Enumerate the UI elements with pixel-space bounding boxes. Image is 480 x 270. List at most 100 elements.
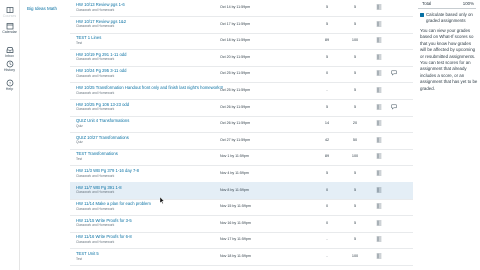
assignment-name-link[interactable]: HW 10/25 Transformation Handout front on… bbox=[76, 85, 223, 90]
assignment-row: TEST 1 Lines Test Oct 18 by 11:59pm 89 100 bbox=[70, 32, 413, 51]
points-possible: 5 bbox=[353, 220, 357, 225]
assignment-group: Classwork and Homework bbox=[76, 24, 115, 29]
score-value[interactable]: 5 bbox=[320, 5, 334, 9]
grades-side-panel: Total 100% Calculate based only on grade… bbox=[418, 0, 480, 270]
what-if-info-text: You can view your grades based on What-I… bbox=[420, 28, 478, 91]
rubric-icon[interactable] bbox=[376, 70, 382, 76]
points-possible: 20 bbox=[352, 121, 358, 126]
assignment-row: HW 10/25 Pg 106 13-23 odd Classwork and H… bbox=[70, 99, 413, 117]
assignment-name-link[interactable]: TEST Transformations bbox=[76, 151, 118, 156]
total-label: Total bbox=[422, 1, 432, 6]
due-date: Oct 20 by 11:59pm bbox=[220, 54, 251, 59]
course-breadcrumb-link[interactable]: Big Ideas Math bbox=[27, 6, 57, 11]
mouse-cursor-icon bbox=[160, 197, 165, 204]
score-value[interactable]: 14 bbox=[320, 121, 334, 125]
rubric-icon[interactable] bbox=[376, 170, 382, 176]
assignment-name-link[interactable]: HW 11/16 Write Proofs for 6-8 bbox=[76, 234, 132, 239]
assignment-row: HW 11/15 Write Proofs for 3-5 Classwork a… bbox=[70, 215, 413, 233]
nav-item-help[interactable]: ? Help bbox=[0, 79, 19, 92]
score-value[interactable]: 42 bbox=[320, 138, 334, 142]
assignment-name-link[interactable]: HW 11/3 WB Pg 379 1-16 day 7-8 bbox=[76, 168, 139, 173]
assignment-name-link[interactable]: HW 10/19 Pg 291 1-11 odd bbox=[76, 52, 126, 57]
assignment-name-link[interactable]: HW 11/14 Make a plan for each problem bbox=[76, 201, 151, 206]
assignment-name-link[interactable]: HW 11/7 WB Pg 391 1-8 bbox=[76, 185, 122, 190]
points-possible: 5 bbox=[353, 21, 357, 26]
points-possible: 5 bbox=[353, 171, 357, 175]
rubric-icon[interactable] bbox=[376, 220, 382, 226]
rubric-icon[interactable] bbox=[376, 203, 382, 209]
comment-icon[interactable] bbox=[391, 70, 397, 77]
assignment-row: HW 11/3 WB Pg 379 1-16 day 7-8 Classwork … bbox=[70, 165, 413, 183]
due-date: Nov 8 by 11:59pm bbox=[220, 187, 249, 192]
score-value[interactable]: - bbox=[320, 88, 334, 92]
due-date: Oct 17 by 11:59pm bbox=[220, 21, 251, 26]
due-date: Oct 26 by 11:59pm bbox=[220, 121, 251, 126]
help-icon: ? bbox=[6, 79, 13, 87]
rubric-icon[interactable] bbox=[376, 153, 382, 159]
assignment-name-link[interactable]: QUIZ Unit 4 Transformations bbox=[76, 118, 129, 123]
score-value[interactable]: 0 bbox=[320, 188, 334, 192]
assignment-row: TEST Unit 5 Test Nov 18 by 11:59pm - 100 bbox=[70, 248, 413, 266]
assignment-row: HW 10/25 Transformation Handout front on… bbox=[70, 82, 413, 100]
rubric-icon[interactable] bbox=[376, 4, 382, 10]
score-value[interactable]: 5 bbox=[320, 22, 334, 26]
points-possible: 5 bbox=[353, 187, 357, 192]
due-date: Oct 18 by 11:59pm bbox=[220, 38, 251, 43]
due-date: Nov 4 by 11:59pm bbox=[220, 171, 249, 175]
assignment-row: HW 11/16 Write Proofs for 6-8 Classwork a… bbox=[70, 231, 413, 250]
nav-item-inbox[interactable]: Inbox bbox=[0, 46, 19, 59]
assignment-name-link[interactable]: HW 11/15 Write Proofs for 3-5 bbox=[76, 218, 132, 223]
rubric-icon[interactable] bbox=[376, 21, 382, 27]
score-value[interactable]: 89 bbox=[320, 38, 334, 42]
nav-item-history[interactable]: History bbox=[0, 60, 19, 73]
rubric-icon[interactable] bbox=[376, 104, 382, 110]
rubric-icon[interactable] bbox=[376, 37, 382, 43]
assignment-group: Test bbox=[76, 40, 83, 45]
assignment-name-link[interactable]: HW 10/24 Pg 295 3-11 odd bbox=[76, 68, 126, 73]
score-value[interactable]: 0 bbox=[320, 71, 334, 75]
score-value[interactable]: 0 bbox=[320, 204, 334, 208]
rubric-icon[interactable] bbox=[376, 236, 382, 242]
score-value[interactable]: 0 bbox=[320, 221, 334, 225]
score-value[interactable]: 5 bbox=[320, 55, 334, 59]
rubric-icon[interactable] bbox=[376, 187, 382, 193]
assignment-group: Classwork and Homework bbox=[76, 223, 115, 228]
points-possible: 5 bbox=[353, 104, 357, 109]
assignment-row: QUIZ Unit 4 Transformations Quiz Oct 26 by… bbox=[70, 115, 413, 134]
score-value[interactable]: - bbox=[320, 254, 334, 258]
assignment-name-link[interactable]: TEST 1 Lines bbox=[76, 35, 101, 40]
checkmark-icon bbox=[420, 22, 424, 26]
due-date: Oct 25 by 11:59pm bbox=[220, 71, 251, 76]
points-possible: 5 bbox=[353, 54, 357, 59]
graded-only-checkbox[interactable] bbox=[420, 13, 424, 26]
assignment-group: Test bbox=[76, 256, 83, 261]
nav-item-calendar[interactable]: Calendar bbox=[0, 22, 19, 35]
rubric-icon[interactable] bbox=[376, 253, 382, 259]
assignment-name-link[interactable]: HW 10/17 Review pgs 1&2 bbox=[76, 19, 126, 24]
assignment-name-link[interactable]: HW 10/13 Review pgs 1-6 bbox=[76, 2, 125, 7]
assignment-group: Classwork and Homework bbox=[76, 73, 115, 78]
score-value[interactable]: 89 bbox=[320, 154, 334, 158]
due-date: Oct 25 by 11:59pm bbox=[220, 88, 251, 92]
graded-only-label[interactable]: Calculate based only on graded assignmen… bbox=[426, 12, 478, 24]
rubric-icon[interactable] bbox=[376, 87, 382, 93]
comment-icon[interactable] bbox=[391, 104, 397, 110]
assignment-group: Test bbox=[76, 156, 83, 161]
points-possible: 5 bbox=[353, 71, 357, 76]
assignment-group: Classwork and Homework bbox=[76, 107, 115, 112]
score-value[interactable]: 5 bbox=[320, 105, 334, 109]
assignment-group: Quiz bbox=[76, 140, 83, 145]
score-value[interactable]: 5 bbox=[320, 171, 334, 175]
assignment-row: HW 11/7 WB Pg 391 1-8 Classwork and Homew… bbox=[70, 181, 413, 200]
rubric-icon[interactable] bbox=[376, 120, 382, 126]
rubric-icon[interactable] bbox=[376, 137, 382, 143]
assignment-row: TEST Transformations Test Nov 1 by 11:59pm… bbox=[70, 148, 413, 167]
nav-item-courses[interactable]: Courses bbox=[0, 6, 19, 19]
assignment-name-link[interactable]: QUIZ 10/27 Transformations bbox=[76, 135, 129, 140]
score-value[interactable]: - bbox=[320, 237, 334, 241]
rubric-icon[interactable] bbox=[376, 54, 382, 60]
assignment-name-link[interactable]: TEST Unit 5 bbox=[76, 251, 99, 256]
assignment-name-link[interactable]: HW 10/25 Pg 106 13-23 odd bbox=[76, 102, 129, 107]
assignment-row: HW 10/24 Pg 295 3-11 odd Classwork and Ho… bbox=[70, 65, 413, 84]
points-possible: 100 bbox=[351, 154, 359, 159]
